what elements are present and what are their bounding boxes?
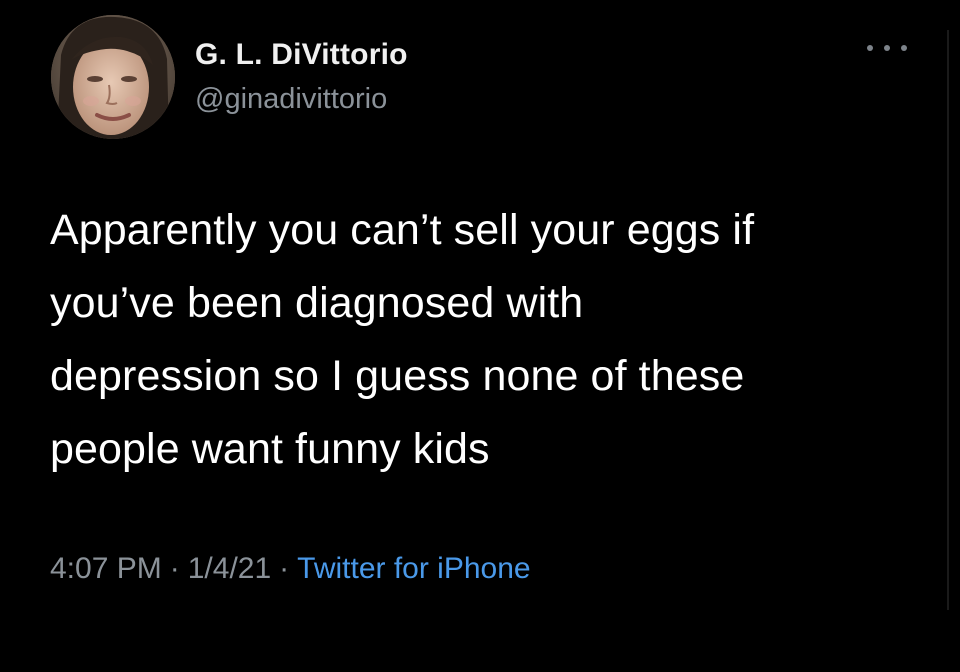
author-handle[interactable]: @ginadivittorio: [195, 83, 387, 116]
tweet-text-line: depression so I guess none of these: [50, 352, 745, 400]
tweet-time[interactable]: 4:07 PM: [50, 552, 162, 585]
tweet-source-link[interactable]: Twitter for iPhone: [297, 552, 530, 585]
separator-dot: ·: [169, 552, 180, 585]
more-dot: [901, 45, 907, 51]
divider: [947, 30, 949, 610]
tweet-metadata: 4:07 PM · 1/4/21 · Twitter for iPhone: [50, 552, 531, 586]
tweet-card: G. L. DiVittorio @ginadivittorio Apparen…: [0, 0, 960, 672]
tweet-text-line: people want funny kids: [50, 425, 490, 473]
separator-dot: ·: [279, 552, 290, 585]
tweet-date[interactable]: 1/4/21: [188, 552, 271, 585]
tweet-text-line: you’ve been diagnosed with: [50, 279, 584, 327]
more-horizontal-icon[interactable]: [867, 38, 907, 58]
avatar[interactable]: [51, 15, 175, 139]
more-dot: [884, 45, 890, 51]
more-dot: [867, 45, 873, 51]
tweet-text: Apparently you can’t sell your eggs if y…: [50, 194, 920, 486]
author-display-name[interactable]: G. L. DiVittorio: [195, 38, 408, 72]
avatar-photo: [51, 15, 175, 139]
tweet-text-line: Apparently you can’t sell your eggs if: [50, 206, 755, 254]
